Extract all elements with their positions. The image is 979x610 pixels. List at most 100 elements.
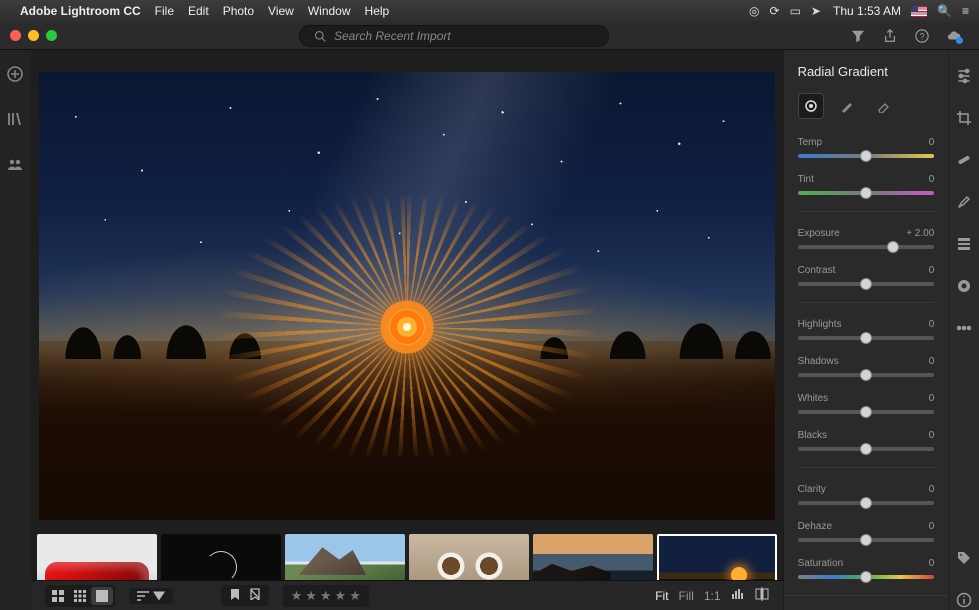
slider-whites[interactable]: Whites0 (798, 393, 935, 414)
star-rating[interactable]: ★ ★ ★ ★ ★ (283, 585, 369, 607)
slider-dehaze-label: Dehaze (798, 521, 832, 532)
main-photo[interactable] (39, 72, 775, 520)
menu-view[interactable]: View (268, 4, 294, 18)
image-viewer[interactable] (31, 50, 783, 528)
arrow-icon[interactable]: ➤ (811, 4, 821, 18)
slider-blacks-track[interactable] (798, 447, 935, 451)
slider-blacks-value: 0 (929, 430, 935, 441)
library-button[interactable] (7, 111, 23, 132)
single-view-button[interactable] (91, 587, 113, 605)
view-mode-switch (45, 585, 115, 607)
sharing-button[interactable] (7, 156, 23, 177)
menubar-clock[interactable]: Thu 1:53 AM (833, 4, 901, 18)
slider-temp-thumb[interactable] (860, 150, 872, 162)
menu-file[interactable]: File (155, 4, 174, 18)
slider-dehaze-track[interactable] (798, 538, 935, 542)
close-button[interactable] (10, 30, 21, 41)
slider-saturation-track[interactable] (798, 575, 935, 579)
flag-pick-button[interactable] (229, 588, 241, 603)
zoom-fit[interactable]: Fit (655, 589, 668, 603)
input-flag-us[interactable] (911, 6, 927, 17)
info-icon[interactable] (954, 590, 974, 610)
right-rail (948, 50, 979, 610)
slider-contrast[interactable]: Contrast0 (798, 265, 935, 286)
app-name[interactable]: Adobe Lightroom CC (20, 4, 141, 18)
slider-dehaze-thumb[interactable] (860, 534, 872, 546)
slider-shadows-track[interactable] (798, 373, 935, 377)
mask-erase-button[interactable] (870, 93, 896, 119)
slider-blacks-label: Blacks (798, 430, 827, 441)
zoom-1to1[interactable]: 1:1 (704, 589, 721, 603)
display-icon[interactable]: ▭ (790, 4, 801, 18)
radial-grad-icon[interactable] (954, 276, 974, 296)
help-button[interactable]: ? (915, 29, 929, 43)
edit-sliders-icon[interactable] (954, 66, 974, 86)
more-icon[interactable] (954, 318, 974, 338)
slider-exposure-thumb[interactable] (887, 241, 899, 253)
sort-button[interactable] (129, 588, 173, 604)
share-button[interactable] (883, 29, 897, 43)
slider-shadows[interactable]: Shadows0 (798, 356, 935, 377)
slider-clarity-thumb[interactable] (860, 497, 872, 509)
brush-icon[interactable] (954, 192, 974, 212)
compare-button[interactable] (755, 587, 769, 604)
add-photos-button[interactable] (7, 66, 23, 87)
grid-small-button[interactable] (69, 587, 91, 605)
slider-shadows-value: 0 (929, 356, 935, 367)
filter-button[interactable] (851, 29, 865, 43)
slider-highlights[interactable]: Highlights0 (798, 319, 935, 340)
slider-whites-track[interactable] (798, 410, 935, 414)
slider-saturation-label: Saturation (798, 558, 844, 569)
presets-button[interactable]: Presets (784, 595, 949, 610)
slider-clarity-track[interactable] (798, 501, 935, 505)
slider-exposure-track[interactable] (798, 245, 935, 249)
slider-saturation[interactable]: Saturation0 (798, 558, 935, 579)
star-1[interactable]: ★ (291, 588, 303, 604)
zoom-fill[interactable]: Fill (679, 589, 694, 603)
menu-list-icon[interactable]: ≡ (962, 4, 969, 18)
slider-tint-thumb[interactable] (860, 187, 872, 199)
cc-status-icon[interactable]: ◎ (749, 4, 759, 18)
menu-edit[interactable]: Edit (188, 4, 209, 18)
menu-window[interactable]: Window (308, 4, 351, 18)
star-3[interactable]: ★ (320, 588, 332, 604)
slider-whites-thumb[interactable] (860, 406, 872, 418)
slider-dehaze[interactable]: Dehaze0 (798, 521, 935, 542)
cloud-sync-button[interactable] (947, 29, 961, 43)
slider-shadows-thumb[interactable] (860, 369, 872, 381)
star-2[interactable]: ★ (305, 588, 317, 604)
slider-tint[interactable]: Tint0 (798, 174, 935, 195)
zoom-button[interactable] (46, 30, 57, 41)
mask-brush-button[interactable] (834, 93, 860, 119)
slider-blacks[interactable]: Blacks 0 (798, 430, 935, 451)
slider-contrast-track[interactable] (798, 282, 935, 286)
slider-saturation-thumb[interactable] (860, 571, 872, 583)
flag-reject-button[interactable] (249, 588, 261, 603)
slider-tint-track[interactable] (798, 191, 935, 195)
grid-large-button[interactable] (47, 587, 69, 605)
slider-temp[interactable]: Temp0 (798, 137, 935, 158)
star-5[interactable]: ★ (349, 588, 361, 604)
menu-photo[interactable]: Photo (223, 4, 254, 18)
slider-temp-track[interactable] (798, 154, 935, 158)
slider-highlights-track[interactable] (798, 336, 935, 340)
slider-exposure[interactable]: Exposure+ 2.00 (798, 228, 935, 249)
search-input[interactable]: Search Recent Import (299, 25, 609, 47)
macos-menubar: Adobe Lightroom CC File Edit Photo View Wind… (0, 0, 979, 22)
tag-icon[interactable] (954, 548, 974, 568)
edit-panel: Radial Gradient Temp0Tint0Exposure+ 2.00… (783, 50, 949, 610)
slider-blacks-thumb[interactable] (860, 443, 872, 455)
star-4[interactable]: ★ (335, 588, 347, 604)
minimize-button[interactable] (28, 30, 39, 41)
menu-help[interactable]: Help (365, 4, 390, 18)
linear-grad-icon[interactable] (954, 234, 974, 254)
sync-status-icon[interactable]: ⟳ (770, 4, 780, 18)
slider-clarity[interactable]: Clarity0 (798, 484, 935, 505)
slider-highlights-thumb[interactable] (860, 332, 872, 344)
mask-radial-button[interactable] (798, 93, 824, 119)
heal-icon[interactable] (954, 150, 974, 170)
histogram-button[interactable] (731, 587, 745, 604)
crop-icon[interactable] (954, 108, 974, 128)
slider-contrast-thumb[interactable] (860, 278, 872, 290)
spotlight-icon[interactable]: 🔍 (937, 4, 952, 18)
